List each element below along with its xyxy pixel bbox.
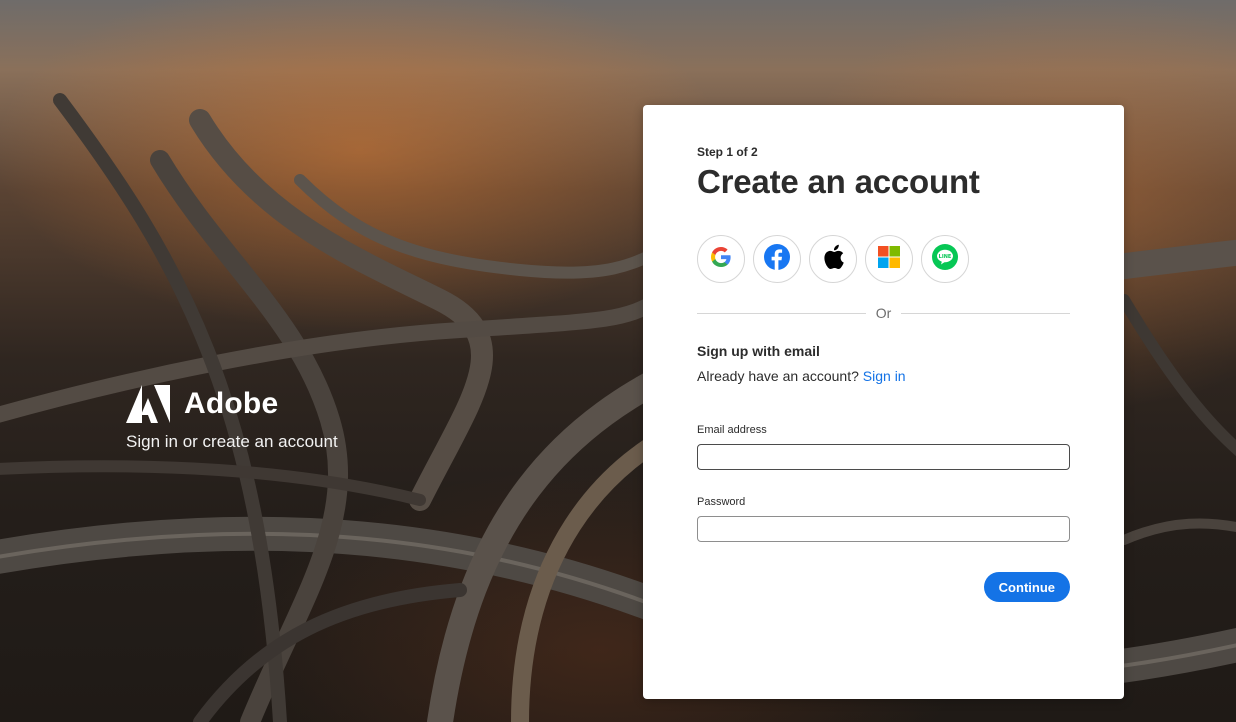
signup-card: Step 1 of 2 Create an account LINE Or Si… xyxy=(643,105,1124,699)
apple-icon xyxy=(821,244,845,275)
google-icon xyxy=(709,245,733,274)
social-login-row: LINE xyxy=(697,235,1070,283)
or-separator: Or xyxy=(697,305,1070,321)
password-field-wrapper xyxy=(697,516,1070,542)
form-actions: Continue xyxy=(697,572,1070,602)
page-title: Create an account xyxy=(697,163,980,200)
apple-button[interactable] xyxy=(809,235,857,283)
line-button[interactable]: LINE xyxy=(921,235,969,283)
brand-name: Adobe xyxy=(184,387,279,420)
facebook-icon xyxy=(764,243,790,275)
separator-line-left xyxy=(697,312,866,314)
password-field[interactable] xyxy=(698,517,1069,541)
email-section-title: Sign up with email xyxy=(697,343,820,359)
google-button[interactable] xyxy=(697,235,745,283)
adobe-logo-icon xyxy=(126,385,170,423)
separator-line-right xyxy=(901,312,1070,314)
brand-block: Adobe Sign in or create an account xyxy=(126,385,338,452)
sign-in-link[interactable]: Sign in xyxy=(863,368,906,384)
email-label: Email address xyxy=(697,424,767,436)
step-indicator: Step 1 of 2 xyxy=(697,145,758,159)
password-label: Password xyxy=(697,496,746,508)
email-field-wrapper xyxy=(697,444,1070,470)
continue-button[interactable]: Continue xyxy=(983,572,1070,602)
microsoft-button[interactable] xyxy=(865,235,913,283)
svg-text:LINE: LINE xyxy=(939,254,952,260)
or-label: Or xyxy=(875,305,892,321)
already-account-text: Already have an account? Sign in xyxy=(697,368,1070,384)
email-field[interactable] xyxy=(698,445,1069,469)
already-account-label: Already have an account? xyxy=(697,368,859,384)
facebook-button[interactable] xyxy=(753,235,801,283)
line-icon: LINE xyxy=(932,243,958,275)
microsoft-icon xyxy=(878,245,900,273)
brand-tagline: Sign in or create an account xyxy=(126,432,338,451)
